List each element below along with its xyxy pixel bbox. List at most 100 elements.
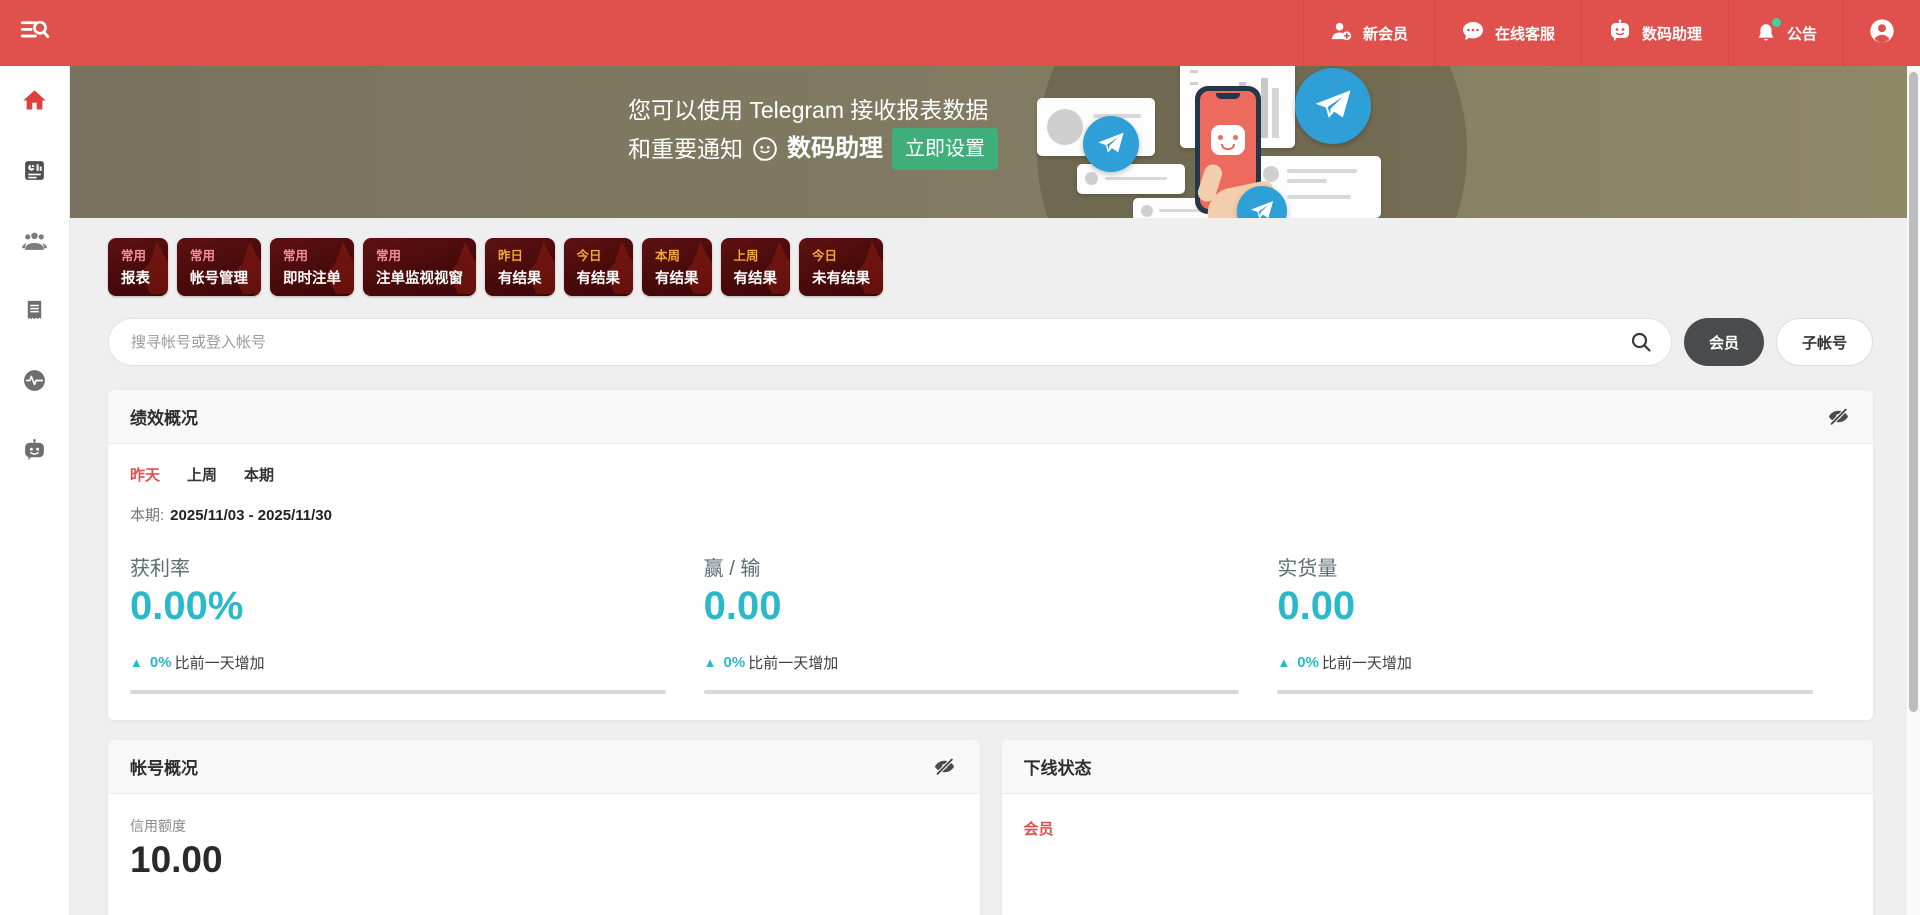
period-label: 本期: (130, 507, 164, 524)
account-card-title: 帐号概况 (130, 754, 198, 779)
metric-label: 获利率 (130, 552, 704, 581)
tab-current-period[interactable]: 本期 (244, 464, 274, 485)
metric-profit-rate: 获利率 0.00% ▲ 0% 比前一天增加 (130, 552, 704, 694)
banner-illustration (1055, 68, 1405, 218)
banner-line2-prefix: 和重要通知 (628, 131, 743, 167)
receipt-icon (23, 298, 46, 328)
badge-tag: 今日 (577, 245, 621, 264)
page-scrollbar[interactable] (1907, 66, 1920, 915)
performance-overview-card: 绩效概况 昨天 上周 本期 本期: 2025/11/03 - 2025/11/30 (108, 390, 1873, 720)
banner-text: 您可以使用 Telegram 接收报表数据 和重要通知 数码助理 立即设置 (628, 92, 998, 170)
badge-label: 有结果 (498, 267, 542, 288)
quick-link-today-results[interactable]: 今日 有结果 (564, 238, 634, 296)
badge-tag: 本周 (655, 245, 699, 264)
robot-face-icon (1211, 125, 1245, 155)
sidebar-item-activity[interactable] (14, 362, 56, 404)
triangle-up-icon: ▲ (130, 655, 143, 670)
nav-item-new-member[interactable]: 新会员 (1303, 0, 1434, 66)
hide-card-button[interactable] (932, 754, 958, 780)
robot-bubble-icon (1608, 19, 1632, 47)
downline-members-tab[interactable]: 会员 (1024, 818, 1054, 839)
sidebar-item-bet-list[interactable] (14, 292, 56, 334)
filter-subaccounts-button[interactable]: 子帐号 (1776, 318, 1873, 366)
triangle-up-icon: ▲ (704, 655, 717, 670)
robot-assistant-icon (22, 438, 47, 468)
search-icon[interactable] (1629, 330, 1653, 354)
metric-delta: ▲ 0% 比前一天增加 (704, 652, 1278, 673)
performance-tabs: 昨天 上周 本期 (130, 464, 1851, 485)
quick-link-yesterday-results[interactable]: 昨日 有结果 (485, 238, 555, 296)
search-row: 会员 子帐号 (108, 318, 1873, 366)
sidebar-item-reports[interactable] (14, 152, 56, 194)
badge-tag: 今日 (812, 245, 870, 264)
period-value: 2025/11/03 - 2025/11/30 (170, 507, 332, 524)
bottom-cards-row: 帐号概况 信用额度 10.00 下线状态 会员 (108, 740, 1873, 915)
delta-text: 比前一天增加 (175, 652, 265, 673)
downline-card-header: 下线状态 (1002, 740, 1874, 794)
nav-item-online-service[interactable]: 在线客服 (1434, 0, 1581, 66)
quick-links-row: 常用 报表 常用 帐号管理 常用 即时注单 常用 注单监视视窗 昨日 有结果 今… (108, 238, 1873, 296)
quick-link-account-management[interactable]: 常用 帐号管理 (177, 238, 261, 296)
menu-toggle-button[interactable] (0, 0, 70, 66)
report-icon (22, 158, 47, 188)
metric-progress-bar (704, 690, 1240, 694)
nav-item-label: 在线客服 (1495, 23, 1555, 44)
badge-label: 注单监视视窗 (376, 267, 463, 288)
downline-status-card: 下线状态 会员 (1002, 740, 1874, 915)
account-card-header: 帐号概况 (108, 740, 980, 794)
nav-item-label: 新会员 (1363, 23, 1408, 44)
sidebar-item-accounts[interactable] (14, 222, 56, 264)
performance-card-header: 绩效概况 (108, 390, 1873, 444)
badge-label: 有结果 (577, 267, 621, 288)
left-sidebar (0, 66, 70, 915)
banner-line1: 您可以使用 Telegram 接收报表数据 (628, 92, 998, 128)
telegram-icon (1295, 68, 1371, 144)
sidebar-item-home[interactable] (14, 82, 56, 124)
badge-label: 未有结果 (812, 267, 870, 288)
delta-percent: 0% (1297, 654, 1319, 671)
banner-setup-button[interactable]: 立即设置 (892, 128, 998, 170)
top-header: 新会员 在线客服 (0, 0, 1920, 66)
search-box[interactable] (108, 318, 1672, 366)
quick-link-today-no-results[interactable]: 今日 未有结果 (799, 238, 883, 296)
metric-win-loss: 赢 / 输 0.00 ▲ 0% 比前一天增加 (704, 552, 1278, 694)
quick-link-bet-monitor[interactable]: 常用 注单监视视窗 (363, 238, 476, 296)
sidebar-item-assistant[interactable] (14, 432, 56, 474)
tab-yesterday[interactable]: 昨天 (130, 464, 160, 485)
telegram-promo-banner: 您可以使用 Telegram 接收报表数据 和重要通知 数码助理 立即设置 (70, 66, 1907, 218)
period-line: 本期: 2025/11/03 - 2025/11/30 (130, 504, 1851, 525)
account-menu-button[interactable] (1843, 0, 1920, 66)
metric-progress-bar (1277, 690, 1813, 694)
banner-bot-name: 数码助理 (787, 131, 883, 167)
bell-icon (1755, 21, 1777, 45)
quick-link-lastweek-results[interactable]: 上周 有结果 (721, 238, 791, 296)
badge-tag: 常用 (190, 245, 248, 264)
nav-item-digital-assistant[interactable]: 数码助理 (1581, 0, 1728, 66)
quick-link-reports[interactable]: 常用 报表 (108, 238, 168, 296)
scrollbar-thumb[interactable] (1909, 72, 1918, 712)
badge-label: 有结果 (655, 267, 699, 288)
metric-value: 0.00 (1277, 583, 1851, 629)
filter-members-button[interactable]: 会员 (1684, 318, 1764, 366)
search-input[interactable] (131, 334, 1629, 351)
metric-delta: ▲ 0% 比前一天增加 (130, 652, 704, 673)
quick-link-live-bets[interactable]: 常用 即时注单 (270, 238, 354, 296)
downline-card-title: 下线状态 (1024, 754, 1092, 779)
header-spacer (70, 0, 1303, 66)
hide-card-button[interactable] (1825, 404, 1851, 430)
account-card-body: 信用额度 10.00 (108, 794, 980, 903)
user-plus-icon (1330, 20, 1353, 47)
users-icon (21, 228, 48, 258)
delta-text: 比前一天增加 (1322, 652, 1412, 673)
tab-last-week[interactable]: 上周 (187, 464, 217, 485)
home-icon (21, 87, 48, 119)
badge-tag: 常用 (283, 245, 341, 264)
quick-link-thisweek-results[interactable]: 本周 有结果 (642, 238, 712, 296)
badge-label: 有结果 (734, 267, 778, 288)
delta-text: 比前一天增加 (748, 652, 838, 673)
account-circle-icon (1868, 17, 1896, 50)
downline-card-body: 会员 (1002, 794, 1874, 861)
nav-item-announcements[interactable]: 公告 (1728, 0, 1843, 66)
metric-delta: ▲ 0% 比前一天增加 (1277, 652, 1851, 673)
metric-label: 实货量 (1277, 552, 1851, 581)
